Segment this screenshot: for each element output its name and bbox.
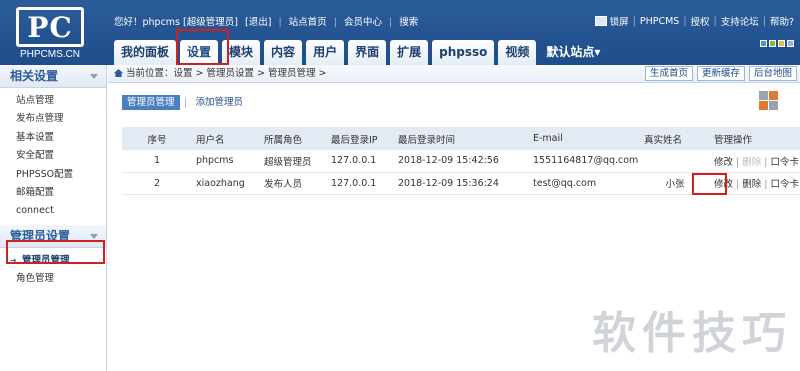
breadcrumb: 当前位置：设置 > 管理员设置 > 管理员管理 > 生成首页 更新缓存 后台地图 [108, 65, 800, 83]
cell-ip: 127.0.0.1 [327, 172, 394, 195]
sidebar-item-email[interactable]: 邮箱配置 [16, 184, 106, 202]
tab-phpsso[interactable]: phpsso [432, 40, 495, 65]
sidebar-section-related-settings[interactable]: 相关设置 [0, 65, 106, 88]
sidebar-item-role-management[interactable]: 角色管理 [16, 270, 106, 288]
divider: | [389, 17, 393, 28]
help-link[interactable]: 帮助? [770, 14, 794, 28]
greeting-text: 您好！phpcms [超级管理员] [114, 17, 238, 28]
column-header: 序号 [122, 127, 192, 150]
sidebar-item-phpsso[interactable]: PHPSSO配置 [16, 166, 106, 184]
sidebar: 相关设置 站点管理 发布点管理 基本设置 安全配置 PHPSSO配置 邮箱配置 … [0, 65, 107, 371]
edit-link-highlight [692, 173, 727, 195]
token-card-link[interactable]: 口令卡 [770, 157, 799, 168]
cell-role: 超级管理员 [260, 150, 327, 173]
divider [184, 97, 186, 108]
tab-admin-management[interactable]: 管理员管理 [122, 95, 180, 110]
lock-screen-link[interactable]: 锁屏 [610, 14, 629, 28]
header: PC PHPCMS.CN 您好！phpcms [超级管理员] [退出] | 站点… [0, 0, 800, 65]
cell-realname [640, 150, 710, 173]
sidebar-section-title: 相关设置 [10, 69, 59, 83]
column-header: 最后登录时间 [394, 127, 529, 150]
theme-swatch-green[interactable] [769, 40, 776, 47]
table-header-row: 序号 用户名 所属角色 最后登录IP 最后登录时间 E-mail 真实姓名 管理… [122, 127, 800, 150]
member-center-link[interactable]: 会员中心 [344, 17, 382, 28]
generate-homepage-button[interactable]: 生成首页 [644, 66, 693, 81]
update-cache-button[interactable]: 更新缓存 [696, 66, 745, 81]
tab-video[interactable]: 视频 [498, 40, 537, 65]
logout-link[interactable]: [退出] [245, 17, 271, 28]
column-header: 所属角色 [260, 127, 327, 150]
edit-link[interactable]: 修改 [714, 157, 733, 168]
cell-email: 1551164817@qq.com [529, 150, 640, 173]
sidebar-item-publish-points[interactable]: 发布点管理 [16, 110, 106, 128]
phpcms-logo[interactable]: PC PHPCMS.CN [6, 4, 94, 62]
cell-username: xiaozhang [192, 172, 260, 195]
column-header: 最后登录IP [327, 127, 394, 150]
divider: | [333, 17, 337, 28]
user-bar: 您好！phpcms [超级管理员] [退出] | 站点首页 | 会员中心 | 搜… [114, 14, 422, 28]
lock-screen-icon[interactable] [594, 16, 607, 26]
layout-toggle-icon[interactable] [759, 91, 778, 110]
cell-id: 1 [122, 150, 192, 173]
column-header: 真实姓名 [640, 127, 710, 150]
phpcms-link[interactable]: PHPCMS [640, 16, 679, 27]
settings-tab-highlight [176, 29, 229, 65]
theme-swatches [758, 40, 794, 47]
theme-swatch-blue[interactable] [760, 40, 767, 47]
sidebar-item-site-management[interactable]: 站点管理 [16, 92, 106, 110]
divider: | [683, 15, 687, 27]
sidebar-list: 站点管理 发布点管理 基本设置 安全配置 PHPSSO配置 邮箱配置 conne… [0, 88, 106, 225]
column-header: E-mail [529, 127, 640, 150]
sidebar-item-connect[interactable]: connect [16, 202, 106, 220]
cell-login-time: 2018-12-09 15:42:56 [394, 150, 529, 173]
tab-interface[interactable]: 界面 [348, 40, 387, 65]
logo-name: PHPCMS.CN [19, 49, 80, 60]
chevron-down-icon [90, 233, 98, 239]
delete-link[interactable]: 删除 [742, 179, 761, 190]
breadcrumb-text: 当前位置：设置 > 管理员设置 > 管理员管理 > [126, 68, 327, 79]
token-card-link[interactable]: 口令卡 [770, 179, 799, 190]
site-home-link[interactable]: 站点首页 [289, 17, 327, 28]
divider: | [632, 15, 636, 27]
watermark: 软件技巧 [592, 308, 792, 359]
cell-actions: 修改 | 删除 | 口令卡 [710, 150, 800, 173]
tab-content[interactable]: 内容 [264, 40, 303, 65]
cell-id: 2 [122, 172, 192, 195]
logo-mark: PC [27, 11, 73, 44]
sidebar-item-security[interactable]: 安全配置 [16, 147, 106, 165]
forum-link[interactable]: 支持论坛 [721, 14, 759, 28]
tab-extensions[interactable]: 扩展 [390, 40, 429, 65]
column-header: 管理操作 [710, 127, 800, 150]
delete-link-disabled: 删除 [742, 156, 762, 168]
divider: | [278, 17, 282, 28]
divider: | [713, 15, 717, 27]
license-link[interactable]: 授权 [691, 14, 710, 28]
tab-my-panel[interactable]: 我的面板 [114, 40, 177, 65]
admin-management-highlight [6, 240, 105, 264]
right-bar: 锁屏 | PHPCMS | 授权 | 支持论坛 | 帮助? [594, 14, 794, 28]
cell-username: phpcms [192, 150, 260, 173]
column-header: 用户名 [192, 127, 260, 150]
cell-role: 发布人员 [260, 172, 327, 195]
backend-map-button[interactable]: 后台地图 [748, 66, 797, 81]
subtabs: 管理员管理 添加管理员 [122, 95, 248, 110]
table-row: 1 phpcms 超级管理员 127.0.0.1 2018-12-09 15:4… [122, 150, 800, 173]
cell-email: test@qq.com [529, 172, 640, 195]
search-link[interactable]: 搜索 [399, 17, 418, 28]
default-site-dropdown[interactable]: 默认站点▾ [546, 40, 600, 65]
divider: | [762, 15, 766, 27]
sidebar-item-basic-settings[interactable]: 基本设置 [16, 129, 106, 147]
tab-add-admin[interactable]: 添加管理员 [191, 95, 249, 110]
logo-box: PC [16, 7, 84, 47]
tab-users[interactable]: 用户 [306, 40, 345, 65]
theme-swatch-yellow[interactable] [778, 40, 785, 47]
theme-swatch-gray[interactable] [787, 40, 794, 47]
cell-login-time: 2018-12-09 15:36:24 [394, 172, 529, 195]
home-icon [114, 69, 123, 77]
toolbar: 生成首页 更新缓存 后台地图 [641, 66, 797, 81]
cell-ip: 127.0.0.1 [327, 150, 394, 173]
chevron-down-icon [90, 74, 98, 79]
